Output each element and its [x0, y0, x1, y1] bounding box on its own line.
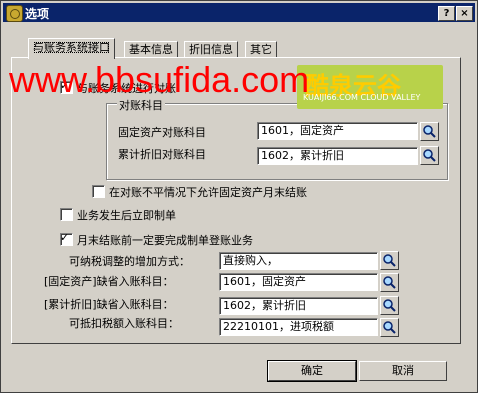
depreciation-account-label: 累计折旧对账科目: [118, 148, 206, 161]
search-icon: [383, 321, 396, 334]
allow-close-checkbox[interactable]: [92, 185, 105, 198]
immediate-voucher-checkbox[interactable]: [60, 208, 73, 221]
close-button[interactable]: ×: [456, 6, 473, 21]
search-icon: [383, 254, 396, 267]
default-fixed-asset-label: [固定资产]缺省入账科目：: [44, 275, 174, 288]
tab-depreciation-info[interactable]: 折旧信息: [184, 41, 238, 58]
tax-adjust-search-button[interactable]: [380, 251, 399, 270]
help-button[interactable]: ?: [438, 6, 455, 21]
options-dialog: 选项 ? × 与账务系统接口 基本信息 折旧信息 其它 ✓ 与账务系统进行对账 …: [0, 0, 478, 393]
default-fixed-asset-field[interactable]: 1601，固定资产: [219, 273, 378, 291]
cloud-valley-logo: 酷泉云谷 KUAIJI66.COM CLOUD VALLEY: [297, 65, 443, 109]
tab-basic-info[interactable]: 基本信息: [124, 41, 178, 58]
fixed-asset-account-search-button[interactable]: [420, 122, 439, 141]
app-icon: [6, 5, 23, 22]
default-depreciation-label: [累计折旧]缺省入账科目：: [44, 298, 174, 311]
depreciation-account-search-button[interactable]: [420, 146, 439, 165]
tab-other[interactable]: 其它: [245, 41, 277, 58]
tab-accounting-interface[interactable]: 与账务系统接口: [28, 38, 115, 59]
immediate-voucher-label: 业务发生后立即制单: [77, 209, 176, 222]
tax-adjust-field[interactable]: 直接购入，: [219, 252, 378, 270]
month-end-label: 月末结账前一定要完成制单登账业务: [77, 234, 253, 247]
watermark-text: www.bbsufida.com: [9, 59, 310, 100]
window-title: 选项: [25, 7, 50, 21]
title-bar: 选项 ? ×: [3, 3, 475, 22]
search-icon: [383, 276, 396, 289]
search-icon: [423, 125, 436, 138]
default-fixed-asset-search-button[interactable]: [380, 273, 399, 292]
checkmark-icon: ✓: [60, 231, 70, 244]
search-icon: [383, 299, 396, 312]
deductible-tax-field[interactable]: 22210101，进项税额: [219, 318, 378, 336]
ok-button[interactable]: 确定: [267, 360, 357, 382]
deductible-tax-label: 可抵扣税额入账科目：: [69, 317, 179, 330]
depreciation-account-field[interactable]: 1602，累计折旧: [257, 147, 418, 165]
deductible-tax-search-button[interactable]: [380, 318, 399, 337]
default-depreciation-field[interactable]: 1602，累计折旧: [219, 297, 378, 315]
reconcile-accounts-group: [106, 103, 448, 180]
default-depreciation-search-button[interactable]: [380, 296, 399, 315]
allow-close-label: 在对账不平情况下允许固定资产月末结账: [109, 186, 307, 199]
cancel-button[interactable]: 取消: [359, 361, 447, 381]
month-end-checkbox[interactable]: ✓: [60, 231, 73, 246]
tax-adjust-label: 可纳税调整的增加方式：: [69, 255, 190, 268]
fixed-asset-account-field[interactable]: 1601，固定资产: [257, 122, 418, 140]
fixed-asset-account-label: 固定资产对账科目: [118, 126, 206, 139]
search-icon: [423, 149, 436, 162]
